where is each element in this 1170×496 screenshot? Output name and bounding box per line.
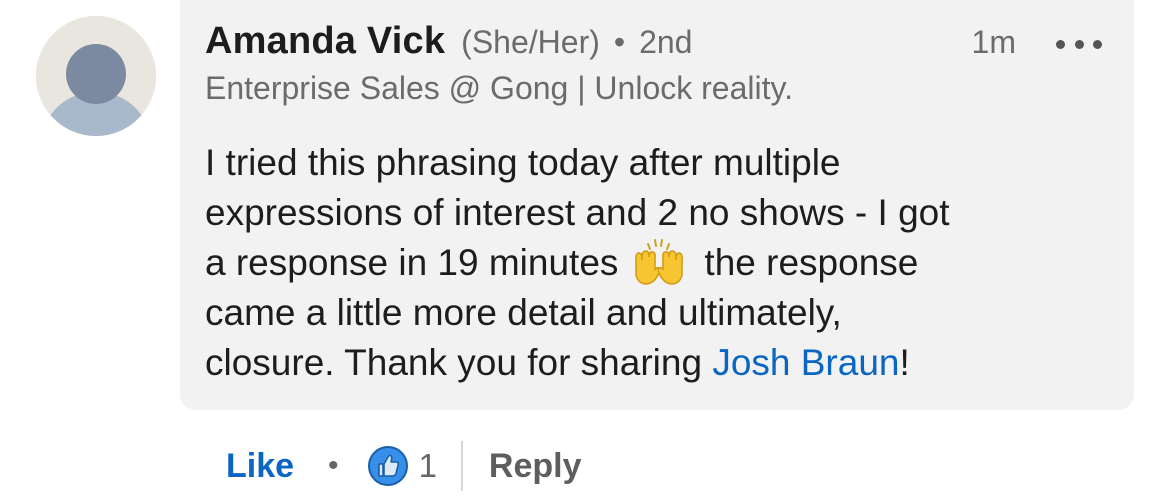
more-dot (1093, 39, 1102, 49)
comment-line: closure. Thank you for sharing Josh Brau… (205, 338, 1105, 388)
comment-fragment: the response (704, 242, 919, 283)
author-name[interactable]: Amanda Vick (205, 20, 445, 63)
raising-hands-icon (630, 238, 688, 288)
separator-dot: • (613, 24, 626, 60)
reply-button[interactable]: Reply (489, 447, 582, 486)
comment-bubble: Amanda Vick (She/Her) • 2nd 1m Enterpris… (180, 0, 1134, 410)
reaction-count[interactable]: 1 (419, 447, 437, 485)
comment-fragment: closure. Thank you for sharing (205, 342, 713, 383)
author-headline: Enterprise Sales @ Gong | Unlock reality… (205, 70, 793, 106)
comment-line: I tried this phrasing today after multip… (205, 142, 841, 183)
comment-text: I tried this phrasing today after multip… (205, 138, 1105, 388)
separator-dot: • (328, 449, 339, 482)
author-row: Amanda Vick (She/Her) • 2nd (205, 20, 1104, 68)
comment-fragment: ! (899, 342, 910, 383)
comment-line: expressions of interest and 2 no shows -… (205, 192, 950, 233)
default-person-avatar-icon (36, 16, 156, 136)
comment-line: came a little more detail and ultimately… (205, 292, 842, 333)
comment-actions: Like • 1 Reply (226, 440, 582, 492)
more-options-icon[interactable] (1056, 34, 1102, 54)
comment-fragment: a response in 19 minutes (205, 242, 619, 283)
more-dot (1074, 39, 1084, 49)
comment-timestamp: 1m (971, 24, 1016, 60)
like-reaction-icon[interactable] (367, 445, 409, 487)
avatar[interactable] (36, 16, 156, 136)
comment-line: a response in 19 minutes the response (205, 238, 1105, 288)
action-divider (460, 441, 463, 491)
like-button[interactable]: Like (226, 447, 294, 486)
connection-degree: 2nd (639, 24, 693, 60)
mention-link[interactable]: Josh Braun (712, 342, 899, 383)
author-pronouns: (She/Her) (461, 24, 600, 60)
more-dot (1056, 39, 1065, 49)
comment-item: Amanda Vick (She/Her) • 2nd 1m Enterpris… (0, 0, 1170, 496)
